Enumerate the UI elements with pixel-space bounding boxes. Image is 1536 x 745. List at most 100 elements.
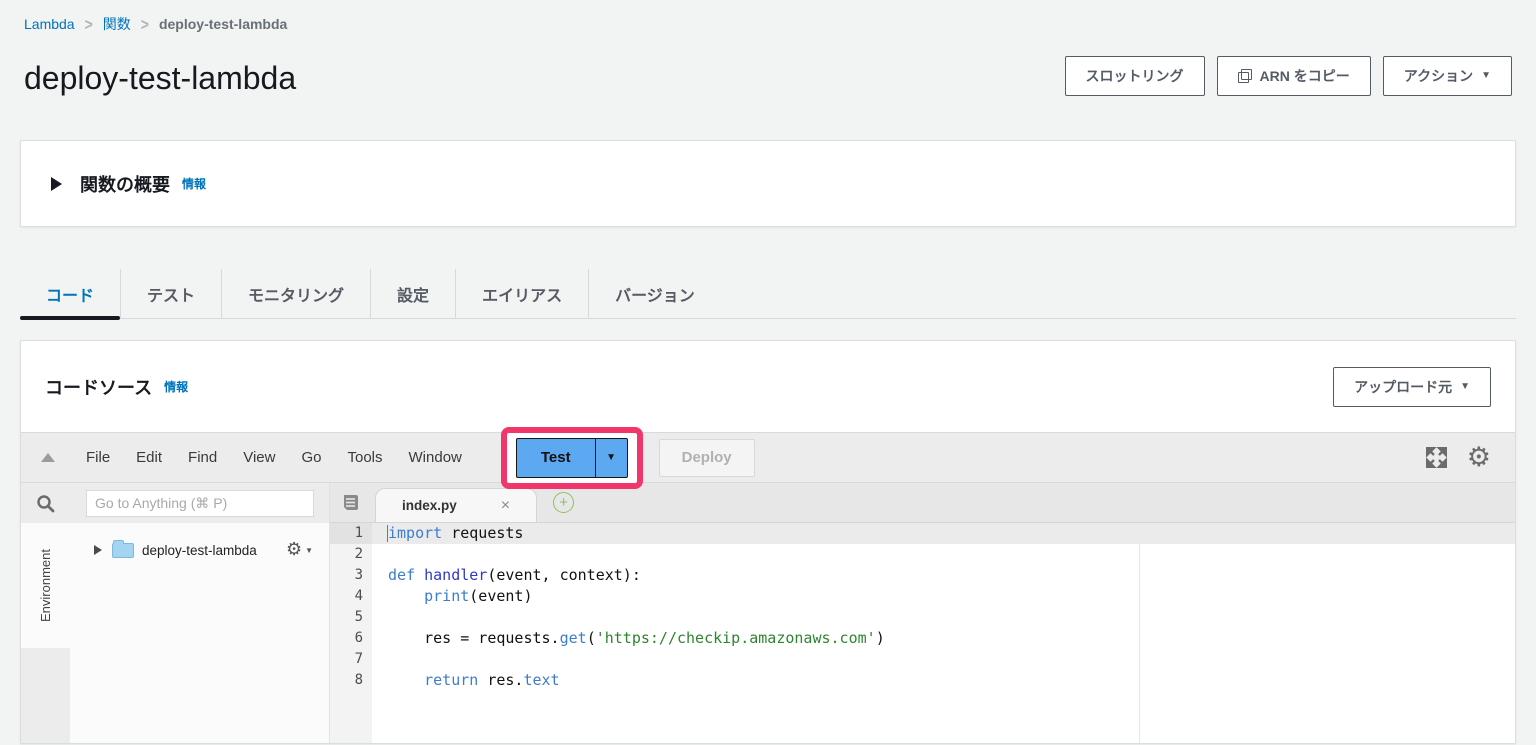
line-number: 4 [330, 586, 372, 607]
search-rail-button[interactable] [21, 483, 70, 523]
deploy-button[interactable]: Deploy [659, 439, 755, 477]
code-text: res = requests.get('https://checkip.amaz… [372, 628, 885, 649]
test-button[interactable]: Test [516, 438, 595, 478]
copy-icon [1238, 69, 1252, 83]
file-tree-panel: deploy-test-lambda ⚙ ▼ [70, 523, 329, 743]
ide-left-rail: Environment [21, 483, 70, 743]
line-number: 7 [330, 649, 372, 670]
breadcrumb-separator: > [141, 14, 149, 33]
function-tab[interactable]: バージョン [588, 269, 721, 318]
top-bar: Lambda > 関数 > deploy-test-lambda deploy-test… [0, 0, 1536, 110]
editor-tab-bar: index.py × + [330, 483, 1515, 523]
chevron-down-icon: ▼ [606, 452, 616, 463]
code-text: import requests [372, 523, 523, 544]
throttling-button[interactable]: スロットリング [1065, 56, 1205, 96]
tree-settings-button[interactable]: ⚙ ▼ [286, 541, 313, 559]
goto-anything-row [70, 483, 329, 523]
upload-from-dropdown-button[interactable]: アップロード元 ▼ [1333, 367, 1491, 407]
function-tabs: コードテストモニタリング設定エイリアスバージョン [20, 269, 1516, 319]
code-line: 2 [330, 544, 1515, 565]
line-number: 1 [330, 523, 372, 544]
search-icon [36, 494, 55, 513]
editor-tab-label: index.py [402, 498, 457, 513]
expand-triangle-icon[interactable] [51, 177, 62, 191]
function-overview-panel: 関数の概要 情報 [20, 140, 1516, 227]
chevron-down-icon: ▼ [1481, 71, 1491, 81]
code-text: return res.text [372, 670, 560, 691]
actions-button-label: アクション [1404, 66, 1473, 86]
code-source-header: コードソース 情報 アップロード元 ▼ [21, 341, 1515, 432]
test-split-button: Test ▼ [516, 438, 628, 478]
function-tab[interactable]: 設定 [370, 269, 455, 318]
code-lines: 1import requests23def handler(event, con… [330, 523, 1515, 691]
breadcrumb-item[interactable]: Lambda [24, 16, 75, 32]
function-tab[interactable]: コード [20, 269, 120, 318]
line-number: 2 [330, 544, 372, 565]
code-text: def handler(event, context): [372, 565, 641, 586]
chevron-down-icon: ▼ [305, 546, 313, 555]
actions-dropdown-button[interactable]: アクション ▼ [1383, 56, 1512, 96]
function-tab[interactable]: エイリアス [455, 269, 588, 318]
test-button-highlight-annotation: Test ▼ [501, 427, 643, 489]
line-number: 6 [330, 628, 372, 649]
close-tab-icon[interactable]: × [501, 498, 510, 514]
code-line: 4 print(event) [330, 586, 1515, 607]
tree-item-root-folder[interactable]: deploy-test-lambda ⚙ ▼ [70, 537, 329, 563]
breadcrumb-item[interactable]: 関数 [103, 14, 131, 34]
collapse-menubar-icon[interactable] [41, 453, 55, 462]
copy-arn-button[interactable]: ARN をコピー [1217, 56, 1371, 96]
code-source-panel: コードソース 情報 アップロード元 ▼ FileEditFindViewGoTo… [20, 340, 1516, 744]
ide-menu-item[interactable]: Go [288, 443, 334, 472]
breadcrumb-separator: > [85, 14, 93, 33]
ide-menu-item[interactable]: File [73, 443, 123, 472]
ide-file-tree-column: deploy-test-lambda ⚙ ▼ [70, 483, 330, 743]
ide-body: Environment deploy-test-lambda ⚙ ▼ [21, 483, 1515, 743]
code-text [372, 607, 388, 628]
fullscreen-expand-icon[interactable] [1426, 447, 1447, 468]
folder-icon [112, 543, 134, 558]
ide-menu-item[interactable]: Window [396, 443, 475, 472]
new-tab-plus-icon[interactable]: + [553, 492, 574, 513]
test-dropdown-caret[interactable]: ▼ [595, 438, 628, 478]
ide-menubar-right: ⚙ [1426, 444, 1495, 471]
function-tab[interactable]: モニタリング [221, 269, 370, 318]
ide-menu-item[interactable]: Find [175, 443, 230, 472]
throttling-button-label: スロットリング [1086, 66, 1184, 86]
upload-from-label: アップロード元 [1354, 377, 1452, 397]
line-number: 5 [330, 607, 372, 628]
code-text [372, 544, 388, 565]
code-text: print(event) [372, 586, 533, 607]
ide-menu-bar: FileEditFindViewGoToolsWindow Test ▼ Dep… [21, 432, 1515, 483]
ide-settings-gear-icon[interactable]: ⚙ [1467, 444, 1491, 471]
tree-folder-label: deploy-test-lambda [142, 543, 257, 558]
goto-anything-input[interactable] [86, 490, 314, 517]
ide-menu-item[interactable]: View [230, 443, 288, 472]
line-number: 3 [330, 565, 372, 586]
breadcrumb: Lambda > 関数 > deploy-test-lambda [24, 14, 1512, 34]
editor-tab-indexpy[interactable]: index.py × [375, 488, 537, 522]
breadcrumb-item: deploy-test-lambda [159, 16, 287, 32]
ide-editor-column: index.py × + 1import requests23def handl… [330, 483, 1515, 743]
header-actions: スロットリング ARN をコピー アクション ▼ [1065, 56, 1512, 96]
gear-icon: ⚙ [286, 541, 302, 559]
ide-menu-item[interactable]: Edit [123, 443, 175, 472]
ide-menus: FileEditFindViewGoToolsWindow [73, 443, 475, 472]
copy-arn-button-label: ARN をコピー [1260, 66, 1350, 86]
tree-expand-caret-icon[interactable] [94, 545, 102, 555]
line-number: 8 [330, 670, 372, 691]
tab-list-icon[interactable] [340, 494, 359, 511]
function-tab[interactable]: テスト [120, 269, 221, 318]
chevron-down-icon: ▼ [1460, 382, 1470, 392]
code-text [372, 649, 388, 670]
code-line: 8 return res.text [330, 670, 1515, 691]
code-line: 6 res = requests.get('https://checkip.am… [330, 628, 1515, 649]
environment-vertical-tab[interactable]: Environment [21, 523, 70, 648]
code-line: 3def handler(event, context): [330, 565, 1515, 586]
environment-tab-label: Environment [38, 549, 53, 622]
ide-menu-item[interactable]: Tools [334, 443, 395, 472]
function-overview-info-link[interactable]: 情報 [182, 175, 206, 192]
cloud9-ide: FileEditFindViewGoToolsWindow Test ▼ Dep… [21, 432, 1515, 743]
code-line: 7 [330, 649, 1515, 670]
code-source-info-link[interactable]: 情報 [164, 378, 188, 395]
code-editor[interactable]: 1import requests23def handler(event, con… [330, 523, 1515, 743]
